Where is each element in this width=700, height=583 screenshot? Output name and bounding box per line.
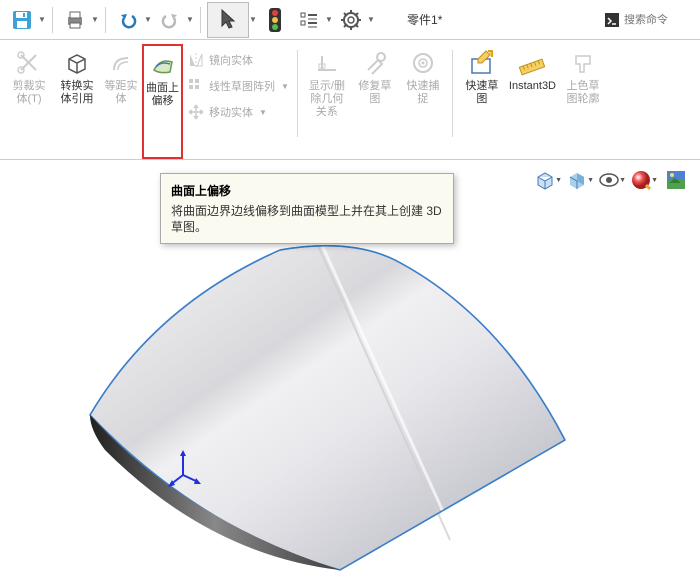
save-icon xyxy=(11,9,33,31)
select-tool[interactable] xyxy=(207,2,249,38)
origin-triad[interactable] xyxy=(168,450,208,490)
move-icon xyxy=(187,103,205,121)
quick-sketch-button[interactable]: 快速草 图 xyxy=(459,44,505,159)
ribbon-toolbar: 剪裁实 体(T) 转换实 体引用 等距实 体 曲面上 偏移 镜向实体 线性草图阵… xyxy=(0,40,700,160)
traffic-light-icon xyxy=(268,7,282,33)
modified-indicator: * xyxy=(438,13,443,27)
redo-icon xyxy=(160,10,180,30)
ribbon-mid-column: 镜向实体 线性草图阵列 ▼ 移动实体 ▼ xyxy=(185,44,291,159)
undo-icon xyxy=(118,10,138,30)
title-text: 零件1 xyxy=(407,11,438,28)
cube-icon xyxy=(64,50,90,76)
offset-entity-button[interactable]: 等距实 体 xyxy=(102,44,140,159)
pattern-icon xyxy=(187,77,205,95)
snap-label: 快速捕 捉 xyxy=(406,80,439,106)
surface-offset-button[interactable]: 曲面上 偏移 xyxy=(142,44,183,159)
repair-label: 修复草 图 xyxy=(358,80,391,106)
axis-icon xyxy=(168,450,208,490)
separator xyxy=(452,50,453,137)
paint-icon xyxy=(570,50,596,76)
repair-sketch-button[interactable]: 修复草 图 xyxy=(352,44,398,159)
trim-entity-button[interactable]: 剪裁实 体(T) xyxy=(6,44,52,159)
save-button[interactable] xyxy=(6,4,38,36)
dropdown-icon[interactable]: ▼ xyxy=(259,108,267,117)
tooltip-body: 将曲面边界边线偏移到曲面模型上并在其上创建 3D 草图。 xyxy=(171,203,443,235)
surface-offset-label: 曲面上 偏移 xyxy=(146,82,179,108)
color-sketch-label: 上色草 图轮廓 xyxy=(567,80,600,106)
traffic-light-button[interactable] xyxy=(259,4,291,36)
gear-icon xyxy=(341,10,361,30)
convert-label: 转换实 体引用 xyxy=(61,80,94,106)
linear-pattern-button[interactable]: 线性草图阵列 ▼ xyxy=(187,74,289,98)
mirror-icon xyxy=(187,51,205,69)
save-dropdown[interactable]: ▼ xyxy=(38,15,46,24)
tooltip: 曲面上偏移 将曲面边界边线偏移到曲面模型上并在其上创建 3D 草图。 xyxy=(160,173,454,244)
settings-dropdown[interactable]: ▼ xyxy=(367,15,375,24)
move-entity-button[interactable]: 移动实体 ▼ xyxy=(187,100,289,124)
color-sketch-button[interactable]: 上色草 图轮廓 xyxy=(560,44,606,159)
snap-icon xyxy=(410,50,436,76)
options-dropdown[interactable]: ▼ xyxy=(325,15,333,24)
options-button[interactable] xyxy=(293,4,325,36)
separator xyxy=(105,7,106,33)
ruler-icon xyxy=(518,49,546,77)
tooltip-title: 曲面上偏移 xyxy=(171,182,443,199)
redo-button[interactable] xyxy=(154,4,186,36)
mirror-label: 镜向实体 xyxy=(209,52,253,68)
instant3d-label: Instant3D xyxy=(509,80,556,93)
display-relations-button[interactable]: 显示/删 除几何 关系 xyxy=(304,44,350,159)
trim-label: 剪裁实 体(T) xyxy=(13,80,46,106)
mirror-entity-button[interactable]: 镜向实体 xyxy=(187,48,289,72)
offset-label: 等距实 体 xyxy=(105,80,138,106)
quick-sketch-icon xyxy=(468,49,496,77)
quick-snap-button[interactable]: 快速捕 捉 xyxy=(400,44,446,159)
separator xyxy=(200,7,201,33)
print-icon xyxy=(64,9,86,31)
command-icon xyxy=(604,12,620,28)
undo-button[interactable] xyxy=(112,4,144,36)
relations-label: 显示/删 除几何 关系 xyxy=(309,80,345,119)
document-title: 零件1* xyxy=(407,11,442,28)
pattern-label: 线性草图阵列 xyxy=(209,78,275,94)
search-area xyxy=(604,12,694,28)
search-input[interactable] xyxy=(624,14,694,26)
scissors-icon xyxy=(16,50,42,76)
repair-icon xyxy=(362,50,388,76)
settings-button[interactable] xyxy=(335,4,367,36)
quick-access-toolbar: ▼ ▼ ▼ ▼ ▼ ▼ ▼ 零件1* xyxy=(0,0,700,40)
quick-sketch-label: 快速草 图 xyxy=(465,80,498,106)
undo-dropdown[interactable]: ▼ xyxy=(144,15,152,24)
print-button[interactable] xyxy=(59,4,91,36)
instant3d-button[interactable]: Instant3D xyxy=(507,44,558,159)
print-dropdown[interactable]: ▼ xyxy=(91,15,99,24)
offset-icon xyxy=(108,50,134,76)
redo-dropdown[interactable]: ▼ xyxy=(186,15,194,24)
surface-offset-icon xyxy=(150,52,176,78)
separator xyxy=(52,7,53,33)
dropdown-icon[interactable]: ▼ xyxy=(281,82,289,91)
select-dropdown[interactable]: ▼ xyxy=(249,15,257,24)
cursor-icon xyxy=(218,8,238,32)
separator xyxy=(297,50,298,137)
list-icon xyxy=(299,10,319,30)
convert-entity-button[interactable]: 转换实 体引用 xyxy=(54,44,100,159)
relations-icon xyxy=(314,50,340,76)
move-label: 移动实体 xyxy=(209,104,253,120)
